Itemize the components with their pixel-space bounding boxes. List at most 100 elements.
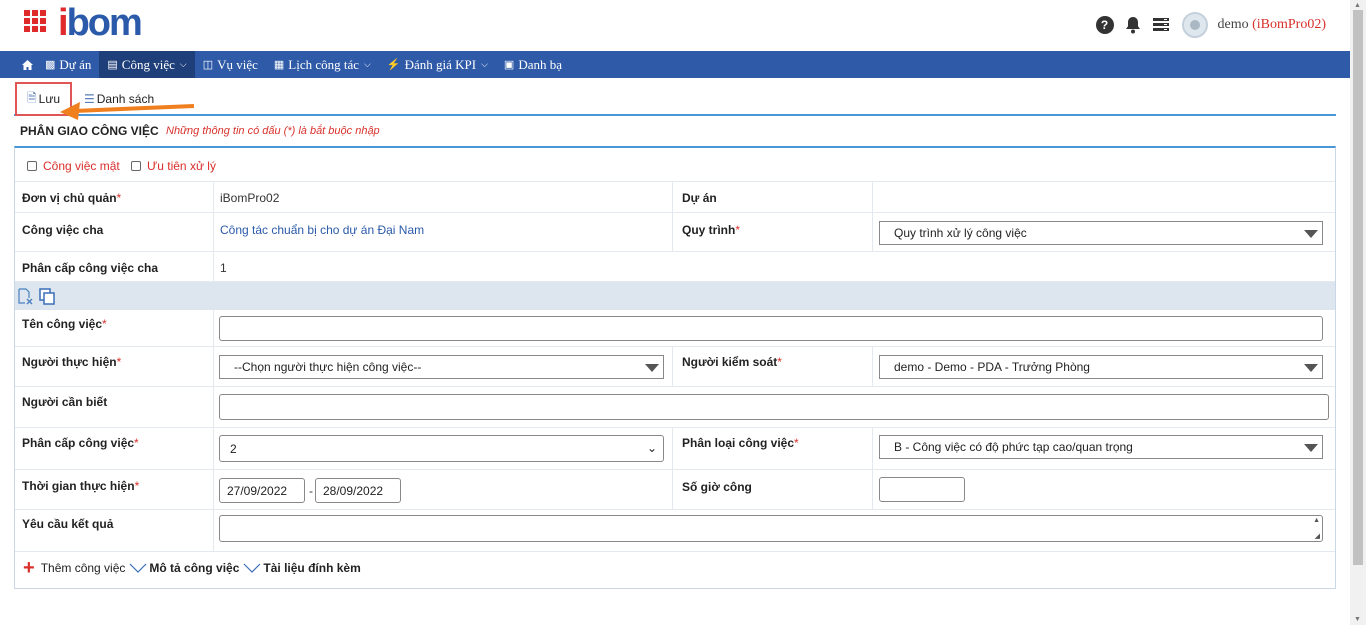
apps-grid-icon[interactable] — [24, 10, 46, 32]
priority-label: Ưu tiên xử lý — [147, 159, 216, 173]
hours-label: Số giờ công — [682, 480, 752, 494]
top-header: ibom ? demo (iBomPro02) — [0, 0, 1350, 51]
result-textarea[interactable]: ▲ ◢ — [219, 515, 1323, 542]
required-mark: * — [116, 191, 122, 205]
chevron-down-icon — [243, 563, 261, 573]
nav-label: Đánh giá KPI — [404, 56, 477, 72]
dropdown-triangle-icon — [1304, 364, 1318, 372]
nav-kpi[interactable]: ⚡ Đánh giá KPI ⌵ — [379, 51, 496, 78]
unit-value: iBomPro02 — [220, 191, 280, 205]
label-text: Tên công việc — [22, 317, 103, 331]
scroll-down-icon[interactable]: ▼ — [1354, 616, 1361, 623]
nav-lich-cong-tac[interactable]: ▦ Lịch công tác ⌵ — [266, 51, 379, 78]
supervisor-select[interactable]: demo - Demo - PDA - Trưởng Phòng — [879, 355, 1323, 379]
chevron-down-icon: ⌄ — [646, 441, 657, 455]
divider — [213, 470, 214, 509]
label-text: Đơn vị chủ quản — [22, 191, 117, 205]
form-row-watchers: Người cần biết — [15, 387, 1335, 428]
nav-label: Dự án — [59, 56, 92, 72]
form-row-result: Yêu cầu kết quả ▲ ◢ — [15, 510, 1335, 552]
category-label: Phân loại công việc* — [682, 436, 799, 450]
category-select[interactable]: B - Công việc có độ phức tạp cao/quan tr… — [879, 435, 1323, 459]
divider — [213, 213, 214, 251]
form-row-level: Phân cấp công việc* 2 ⌄ Phân loại công v… — [15, 428, 1335, 470]
parent-label: Công việc cha — [22, 223, 104, 237]
chevron-down-icon — [129, 563, 147, 573]
label-text: Người thực hiện — [22, 355, 117, 369]
divider — [213, 182, 214, 212]
form-row-time: Thời gian thực hiện* 27/09/2022 - 28/09/… — [15, 470, 1335, 510]
watchers-input[interactable] — [219, 394, 1329, 420]
calendar-icon: ▦ — [273, 59, 285, 71]
nav-label: Công việc — [121, 56, 175, 72]
required-mark: * — [794, 436, 799, 450]
task-name-input[interactable] — [219, 316, 1323, 341]
nav-du-an[interactable]: ▩ Dự án — [41, 51, 99, 78]
parent-level-value: 1 — [220, 261, 227, 275]
scroll-up-icon[interactable]: ▲ — [1313, 517, 1320, 524]
start-date-input[interactable]: 27/09/2022 — [219, 478, 305, 503]
copy-icon[interactable] — [39, 288, 56, 308]
divider — [213, 510, 214, 551]
nav-cong-viec[interactable]: ▤ Công việc ⌵ — [99, 51, 195, 78]
assignee-value: --Chọn người thực hiện công việc-- — [234, 360, 422, 374]
attachments-link[interactable]: Tài liệu đính kèm — [263, 561, 360, 575]
nav-label: Vụ việc — [217, 56, 258, 72]
dropdown-triangle-icon — [645, 364, 659, 372]
section-title: PHÂN GIAO CÔNG VIỆC — [20, 124, 159, 138]
assignee-select[interactable]: --Chọn người thực hiện công việc-- — [219, 355, 664, 379]
divider — [213, 428, 214, 469]
divider — [672, 470, 673, 509]
nav-label: Lịch công tác — [288, 56, 360, 72]
assignee-label: Người thực hiện* — [22, 355, 121, 369]
process-select[interactable]: Quy trình xử lý công việc — [879, 221, 1323, 245]
scroll-up-icon[interactable]: ▲ — [1354, 2, 1361, 9]
parent-level-label: Phân cấp công việc cha — [22, 261, 159, 275]
label-text: Người kiểm soát — [682, 355, 778, 369]
logo[interactable]: ibom — [58, 2, 143, 45]
result-label: Yêu cầu kết quả — [22, 517, 114, 531]
nav-danh-ba[interactable]: ▣ Danh bạ — [496, 51, 570, 78]
checkbox-box[interactable] — [27, 161, 37, 171]
dropdown-triangle-icon — [1304, 230, 1318, 238]
level-select[interactable]: 2 ⌄ — [219, 435, 664, 462]
form-footer: + Thêm công việc Mô tả công việc Tài liệ… — [23, 558, 365, 578]
chevron-down-icon: ⌵ — [364, 59, 371, 69]
scrollbar-thumb[interactable] — [1353, 10, 1363, 565]
add-task-link[interactable]: Thêm công việc — [41, 561, 126, 575]
parent-task-link[interactable]: Công tác chuẩn bị cho dự án Đại Nam — [220, 223, 424, 237]
home-icon — [22, 59, 33, 70]
label-text: Thời gian thực hiện — [22, 479, 135, 493]
watchers-label: Người cần biết — [22, 395, 108, 409]
task-form: Công việc mật Ưu tiên xử lý Đơn vị chủ q… — [14, 146, 1336, 589]
plus-icon[interactable]: + — [23, 558, 35, 578]
nav-vu-viec[interactable]: ◫ Vụ việc — [195, 51, 266, 78]
chevron-down-icon: ⌵ — [481, 59, 488, 69]
resize-grip-icon[interactable]: ◢ — [1315, 532, 1320, 540]
required-mark: * — [777, 355, 782, 369]
server-icon[interactable] — [1152, 16, 1170, 34]
nav-home[interactable] — [0, 51, 41, 78]
header-actions: ? demo (iBomPro02) — [1095, 12, 1327, 38]
nav-label: Danh bạ — [518, 56, 562, 72]
contacts-icon: ▣ — [503, 59, 515, 71]
hours-input[interactable] — [879, 477, 965, 502]
end-date-input[interactable]: 28/09/2022 — [315, 478, 401, 503]
level-value: 2 — [230, 441, 237, 456]
required-mark: * — [134, 436, 139, 450]
page-scrollbar[interactable]: ▲ ▼ — [1350, 0, 1366, 625]
divider — [213, 387, 214, 427]
help-icon[interactable]: ? — [1095, 16, 1114, 34]
bell-icon[interactable] — [1124, 16, 1142, 34]
priority-checkbox[interactable]: Ưu tiên xử lý — [131, 159, 216, 173]
clear-document-icon[interactable] — [17, 288, 33, 308]
description-link[interactable]: Mô tả công việc — [149, 561, 239, 575]
checkbox-box[interactable] — [131, 161, 141, 171]
form-row-unit: Đơn vị chủ quản* iBomPro02 Dự án — [15, 182, 1335, 213]
secret-checkbox[interactable]: Công việc mật — [27, 159, 120, 173]
form-row-parent-level: Phân cấp công việc cha 1 — [15, 252, 1335, 282]
avatar[interactable] — [1181, 12, 1208, 38]
user-name[interactable]: demo (iBomPro02) — [1218, 17, 1327, 33]
sub-toolbar — [15, 282, 1335, 310]
divider — [672, 182, 673, 212]
